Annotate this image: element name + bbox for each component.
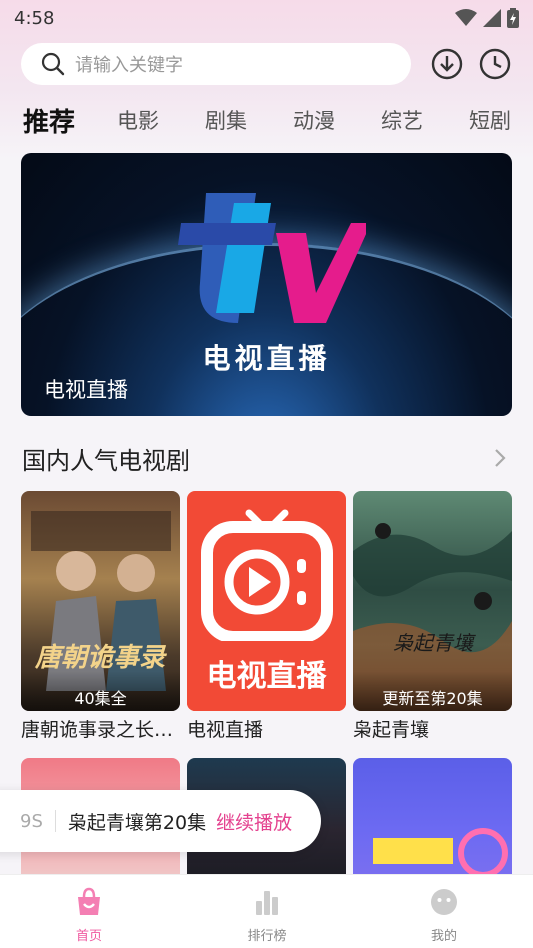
poster-tangchao: 唐朝诡事录 40集全 xyxy=(21,491,180,711)
poster-title-art: 电视直播 xyxy=(206,659,327,694)
history-button[interactable] xyxy=(478,47,512,81)
nav-home[interactable]: 首页 xyxy=(49,887,129,944)
poster-tv-live: 电视直播 xyxy=(187,491,346,711)
card-title: 电视直播 xyxy=(187,719,264,741)
tab-short-drama[interactable]: 短剧 xyxy=(469,105,511,135)
status-icons xyxy=(455,8,519,28)
drama-card-partial[interactable] xyxy=(353,758,512,878)
download-button[interactable] xyxy=(430,47,464,81)
nav-label: 首页 xyxy=(75,929,102,944)
tab-movie[interactable]: 电影 xyxy=(117,105,159,135)
tab-anime[interactable]: 动漫 xyxy=(293,105,335,135)
battery-icon xyxy=(507,8,519,28)
status-bar: 4:58 xyxy=(0,0,533,36)
home-bag-icon xyxy=(78,887,100,915)
section-title: 国内人气电视剧 xyxy=(22,447,190,475)
poster-title-art: 枭起青壤 xyxy=(393,631,473,655)
drama-card[interactable]: 唐朝诡事录 40集全 唐朝诡事录之长… xyxy=(21,491,180,742)
search-box[interactable]: 请输入关键字 xyxy=(21,43,411,85)
download-icon xyxy=(431,48,463,80)
drama-card[interactable]: 电视直播 电视直播 xyxy=(187,491,346,742)
profile-face-icon xyxy=(431,889,457,915)
bar-chart-icon xyxy=(256,891,278,915)
signal-icon xyxy=(483,9,501,27)
card-title: 唐朝诡事录之长… xyxy=(21,719,174,741)
continue-play-button[interactable]: 继续播放 xyxy=(216,808,292,835)
drama-card[interactable]: 枭起青壤 更新至第20集 枭起青壤 xyxy=(353,491,512,742)
nav-label: 排行榜 xyxy=(247,929,287,944)
tab-series[interactable]: 剧集 xyxy=(205,105,247,135)
chevron-right-icon[interactable] xyxy=(490,446,510,470)
nav-profile[interactable]: 我的 xyxy=(404,887,484,944)
wifi-icon xyxy=(455,9,477,26)
status-time: 4:58 xyxy=(14,7,55,29)
episode-badge: 40集全 xyxy=(21,671,180,711)
banner[interactable]: 电视直播 电视直播 xyxy=(21,153,512,416)
continue-text: 枭起青壤第20集 xyxy=(67,811,207,834)
search-row: 请输入关键字 xyxy=(21,43,511,85)
continue-tag: 9S xyxy=(20,810,43,832)
poster-art xyxy=(373,828,508,878)
poster-xiaoqi: 枭起青壤 更新至第20集 xyxy=(353,491,512,711)
card-title: 枭起青壤 xyxy=(353,719,430,741)
episode-badge: 更新至第20集 xyxy=(353,671,512,711)
category-tabs: 推荐 电影 剧集 动漫 综艺 短剧 xyxy=(0,98,533,142)
tv-logo-icon xyxy=(178,193,366,323)
banner-logo-text: 电视直播 xyxy=(202,342,331,375)
nav-ranking[interactable]: 排行榜 xyxy=(227,887,307,944)
banner-caption: 电视直播 xyxy=(44,378,128,402)
poster-title-art: 唐朝诡事录 xyxy=(35,643,166,673)
search-icon xyxy=(41,52,65,76)
tab-recommend[interactable]: 推荐 xyxy=(23,102,75,139)
bottom-nav: 首页 排行榜 我的 xyxy=(0,874,533,948)
search-placeholder: 请输入关键字 xyxy=(75,55,183,76)
tab-variety[interactable]: 综艺 xyxy=(381,105,423,135)
clock-icon xyxy=(479,48,511,80)
continue-watching-bar[interactable]: 9S 枭起青壤第20集 继续播放 xyxy=(0,790,321,852)
divider xyxy=(54,810,56,832)
nav-label: 我的 xyxy=(430,929,457,944)
